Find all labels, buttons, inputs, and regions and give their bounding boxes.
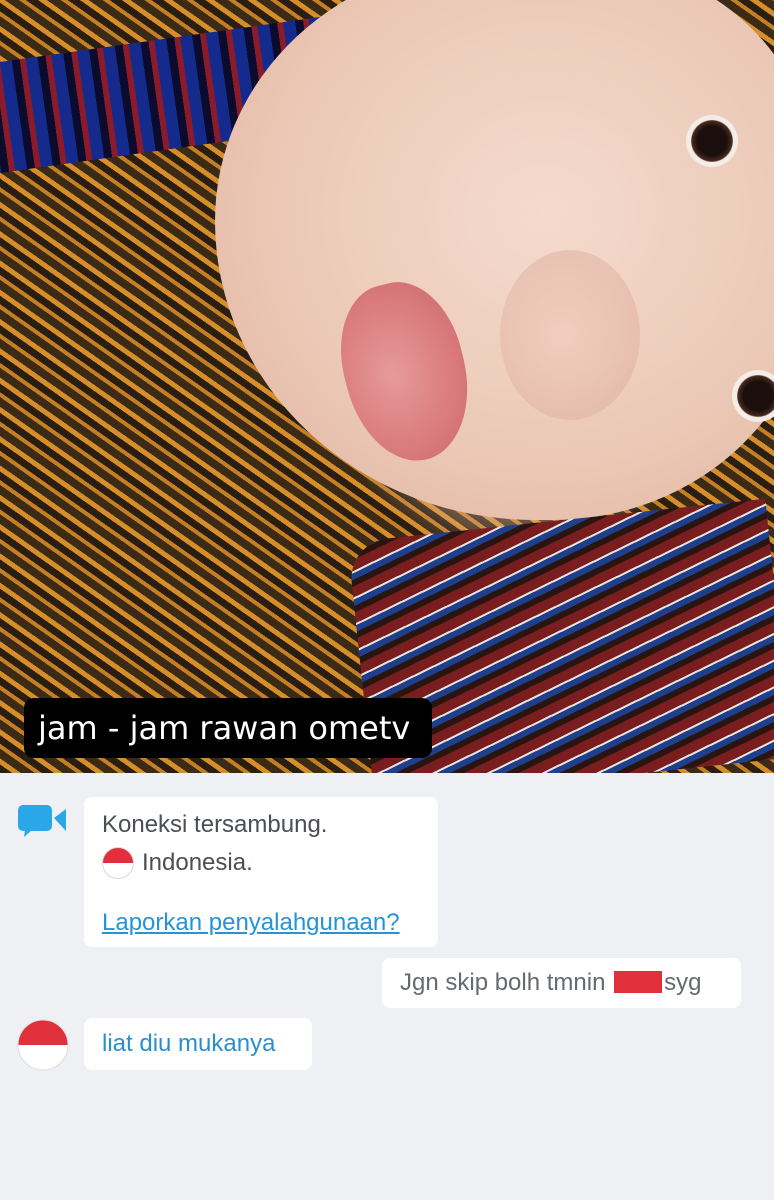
indonesia-flag-icon — [102, 847, 134, 879]
remote-video-feed: jam - jam rawan ometv — [0, 0, 774, 773]
partner-avatar-flag-icon — [17, 1019, 69, 1071]
connection-status: Koneksi tersambung. — [102, 811, 328, 838]
outgoing-message-text: Jgn skip bolh tmnin syg — [400, 969, 701, 997]
report-abuse-link[interactable]: Laporkan penyalahgunaan? — [102, 909, 400, 937]
face-eye — [686, 115, 738, 167]
system-message: Koneksi tersambung. Indonesia. Laporkan … — [84, 797, 438, 947]
partner-country: Indonesia. — [142, 849, 253, 876]
outgoing-text-start: Jgn skip bolh tmnin — [400, 969, 606, 996]
outgoing-message: Jgn skip bolh tmnin syg — [382, 958, 741, 1008]
incoming-message: liat diu mukanya — [84, 1018, 312, 1070]
video-camera-icon — [18, 805, 66, 837]
face-nose — [500, 250, 640, 420]
incoming-message-text: liat diu mukanya — [102, 1030, 276, 1057]
outgoing-text-end: syg — [664, 969, 702, 996]
redaction-mark — [614, 971, 663, 993]
chat-panel: Koneksi tersambung. Indonesia. Laporkan … — [0, 773, 774, 1200]
video-caption: jam - jam rawan ometv — [24, 698, 433, 758]
face-image — [215, 0, 774, 520]
